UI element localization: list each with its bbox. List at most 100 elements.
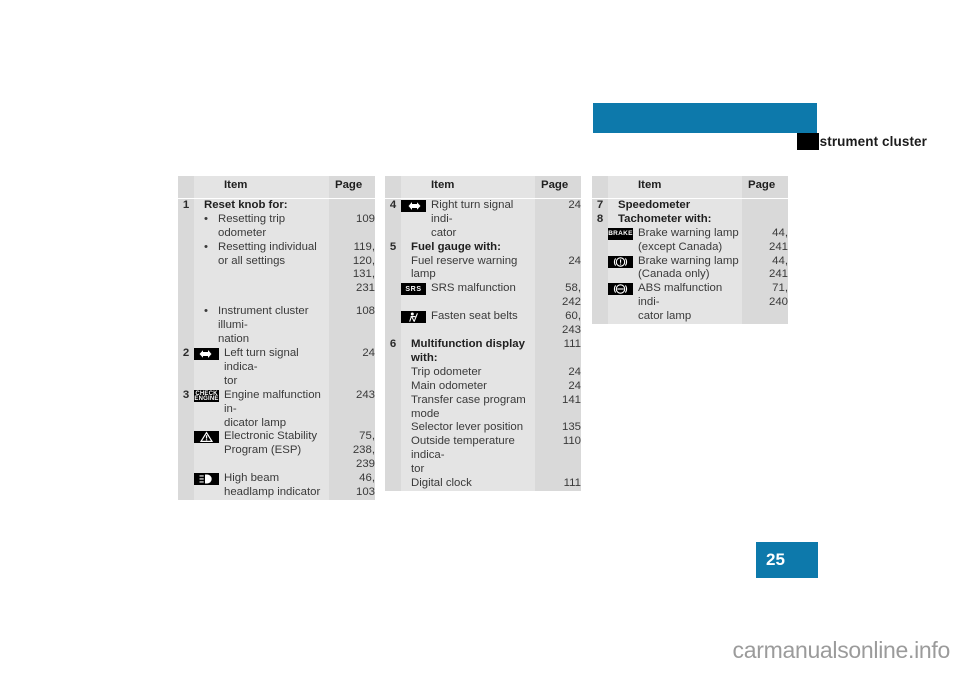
- bullet-text: Instrument cluster illumi-nation: [218, 305, 309, 346]
- row-index: [178, 430, 194, 473]
- row-page-number: 71, 240: [742, 282, 788, 325]
- table-row: Electronic Stability Program (ESP) 75, 238…: [178, 430, 375, 473]
- row-item-label: High beam headlamp indicator: [224, 472, 329, 500]
- row-page-number: 24: [535, 198, 581, 241]
- seat-belt-icon: [401, 311, 426, 324]
- row-index: [592, 282, 608, 325]
- header-icon-cell: [401, 176, 431, 199]
- row-index: [178, 305, 194, 347]
- table-row: Digital clock 111: [385, 477, 581, 491]
- row-item-label: Right turn signal indi-cator: [431, 198, 535, 241]
- row-index: [385, 254, 401, 283]
- row-item-label: Engine malfunction in-dicator lamp: [224, 388, 329, 431]
- table-row: 4 Right turn signal indi-cator 24: [385, 198, 581, 241]
- table-row: Outside temperature indica-tor 110: [385, 435, 581, 478]
- row-index: [178, 212, 194, 241]
- row-index: 8: [592, 212, 608, 227]
- watermark: carmanualsonline.info: [732, 637, 951, 663]
- row-icon-cell: [608, 282, 638, 325]
- row-index: 7: [592, 198, 608, 213]
- table-row: Selector lever position 135: [385, 421, 581, 436]
- esp-icon: [194, 431, 219, 444]
- brake-circle-icon: [608, 255, 633, 268]
- row-page-number: 24: [535, 379, 581, 394]
- row-index: [178, 240, 194, 297]
- row-item-label: • Instrument cluster illumi-nation: [194, 305, 329, 347]
- header-index-cell: [385, 176, 401, 199]
- brake-icon: BRAKE: [608, 227, 633, 240]
- row-index: [385, 477, 401, 491]
- table-3: Item Page 7 Speedometer 8 Tachometer with: BRA…: [592, 176, 788, 325]
- row-item-label: Brake warning lamp (except Canada): [638, 226, 742, 255]
- row-page-number: 60, 243: [535, 310, 581, 338]
- row-item-label: Multifunction display with:: [401, 337, 535, 366]
- row-icon-cell: [194, 430, 224, 473]
- table-row: Fasten seat belts 60, 243: [385, 310, 581, 338]
- table-row: 2 Left turn signal indica-tor 24: [178, 346, 375, 389]
- table-row: BRAKE Brake warning lamp (except Canada) 4…: [592, 226, 788, 255]
- check-engine-icon: CHECK ENGINE: [194, 389, 219, 402]
- column-header-item: Item: [224, 176, 329, 199]
- row-page-number: 58, 242: [535, 282, 581, 311]
- column-header-page: Page: [329, 176, 375, 199]
- table-2: Item Page 4 Right turn signal indi-cator 24 5…: [385, 176, 581, 491]
- row-index: [385, 365, 401, 380]
- row-icon-cell: BRAKE: [608, 226, 638, 255]
- row-page-number: 119, 120, 131, 231: [329, 240, 375, 297]
- table-row: High beam headlamp indicator 46, 103: [178, 472, 375, 500]
- row-index: [385, 310, 401, 338]
- row-index: [592, 254, 608, 283]
- bullet-icon: •: [204, 212, 208, 225]
- row-icon-cell: [401, 198, 431, 241]
- table-header-row: Item Page: [592, 176, 788, 199]
- row-page-number: 24: [535, 365, 581, 380]
- row-icon-cell: [608, 254, 638, 283]
- row-item-label: ABS malfunction indi-cator lamp: [638, 282, 742, 325]
- row-page-number: [742, 212, 788, 227]
- row-item-label: Main odometer: [401, 379, 535, 394]
- row-index: [385, 393, 401, 422]
- row-page-number: 111: [535, 477, 581, 491]
- header-index-cell: [592, 176, 608, 199]
- table-header-row: Item Page: [178, 176, 375, 199]
- table-row: 1 Reset knob for:: [178, 198, 375, 213]
- row-page-number: 243: [329, 388, 375, 431]
- row-index: 1: [178, 198, 194, 213]
- table-row: Fuel reserve warning lamp 24: [385, 254, 581, 283]
- row-item-label: Outside temperature indica-tor: [401, 435, 535, 478]
- bullet-text: Resetting individual or all settings: [218, 240, 317, 267]
- row-item-label: Brake warning lamp (Canada only): [638, 254, 742, 283]
- row-icon-cell: [401, 310, 431, 338]
- table-row: • Resetting individual or all settings 119…: [178, 240, 375, 297]
- row-item-label: Reset knob for:: [194, 198, 329, 213]
- srs-icon: SRS: [401, 283, 426, 296]
- row-index: 2: [178, 346, 194, 389]
- bullet-icon: •: [204, 240, 208, 253]
- row-index: [178, 472, 194, 500]
- column-header-item: Item: [431, 176, 535, 199]
- table-row: 6 Multifunction display with: 111: [385, 337, 581, 366]
- table-row: Brake warning lamp (Canada only) 44, 241: [592, 254, 788, 283]
- row-index: [592, 226, 608, 255]
- page-number: 25: [766, 550, 785, 569]
- row-page-number: 24: [535, 254, 581, 283]
- row-item-label: Speedometer: [608, 198, 742, 213]
- column-header-page: Page: [535, 176, 581, 199]
- table-row: 7 Speedometer: [592, 198, 788, 213]
- table-header-row: Item Page: [385, 176, 581, 199]
- abs-icon: [608, 283, 633, 296]
- row-page-number: 108: [329, 305, 375, 347]
- high-beam-icon: [194, 473, 219, 486]
- row-item-label: Electronic Stability Program (ESP): [224, 430, 329, 473]
- row-item-label: • Resetting trip odometer: [194, 212, 329, 241]
- row-index: 6: [385, 337, 401, 366]
- row-page-number: 135: [535, 421, 581, 436]
- row-item-label: Fasten seat belts: [431, 310, 535, 338]
- bullet-icon: •: [204, 305, 208, 318]
- header-icon-cell: [194, 176, 224, 199]
- row-page-number: 111: [535, 337, 581, 366]
- turn-signal-left-icon: [194, 347, 219, 360]
- row-item-label: Left turn signal indica-tor: [224, 346, 329, 389]
- row-index: [385, 435, 401, 478]
- row-item-label: SRS malfunction: [431, 282, 535, 311]
